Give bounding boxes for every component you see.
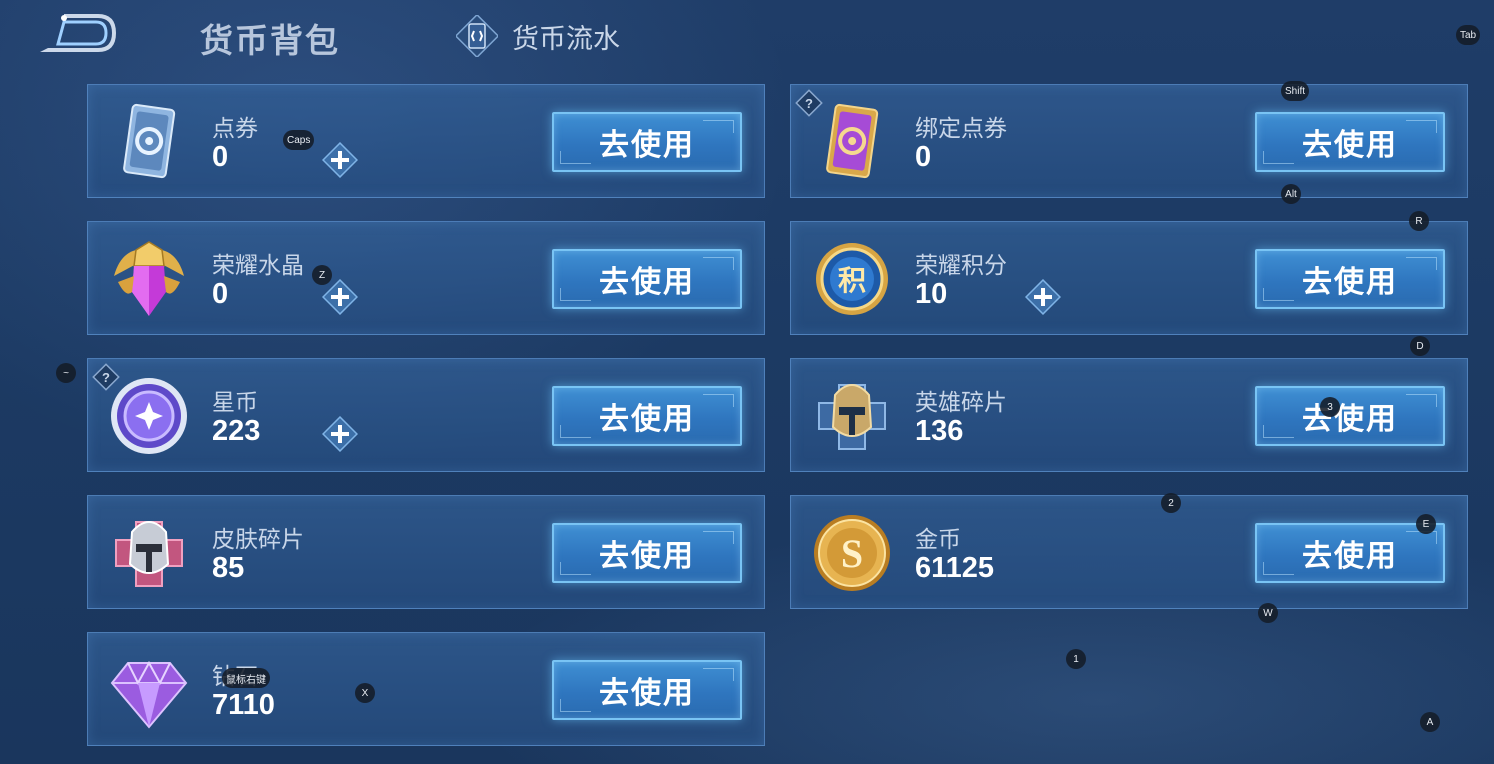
currency-card-honor-crystal: 荣耀水晶 0 去使用 — [87, 221, 765, 335]
use-honor-points-button[interactable]: 去使用 — [1255, 249, 1445, 309]
use-diamond-button[interactable]: 去使用 — [552, 660, 742, 720]
key-hint-tab: Tab — [1456, 25, 1481, 45]
currency-card-star-coin: ? 星币 223 去使用 — [87, 358, 765, 472]
currency-amount: 85 — [212, 552, 245, 584]
key-hint-z: Z — [312, 265, 332, 285]
use-hero-fragment-button[interactable]: 去使用 — [1255, 386, 1445, 446]
tab-currency-flow[interactable]: 货币流水 — [454, 12, 620, 60]
add-honor-points-button[interactable] — [1024, 278, 1062, 316]
currency-amount: 0 — [915, 141, 932, 173]
diamond-icon — [106, 647, 192, 733]
skin-fragment-icon — [106, 510, 192, 596]
plus-icon — [321, 278, 359, 316]
key-hint-alt: Alt — [1281, 184, 1301, 204]
back-arrow-icon — [40, 14, 116, 52]
use-star-coin-button[interactable]: 去使用 — [552, 386, 742, 446]
currency-card-bound-voucher: ? 绑定点券 0 去使用 — [790, 84, 1468, 198]
use-bound-voucher-button[interactable]: 去使用 — [1255, 112, 1445, 172]
currency-card-diamond: 钻石 7110 去使用 — [87, 632, 765, 746]
add-star-coin-button[interactable] — [321, 415, 359, 453]
key-hint-w: W — [1258, 603, 1278, 623]
back-button[interactable] — [34, 14, 116, 56]
tab-currency-flow-label: 货币流水 — [512, 23, 620, 55]
currency-amount: 10 — [915, 278, 948, 310]
currency-card-skin-fragment: 皮肤碎片 85 去使用 — [87, 495, 765, 609]
currency-name: 荣耀水晶 — [212, 253, 304, 279]
add-voucher-button[interactable] — [321, 141, 359, 179]
key-hint-3: 3 — [1320, 397, 1340, 417]
purple-ticket-icon — [809, 99, 895, 185]
page-title: 货币背包 — [200, 21, 340, 60]
currency-name: 金币 — [915, 527, 961, 553]
key-hint-e: E — [1416, 514, 1436, 534]
star-coin-icon — [106, 373, 192, 459]
key-hint-1: 1 — [1066, 649, 1086, 669]
blue-ticket-icon — [106, 99, 192, 185]
plus-icon — [321, 415, 359, 453]
key-hint-d: D — [1410, 336, 1430, 356]
currency-card-voucher: 点券 0 去使用 — [87, 84, 765, 198]
currency-amount: 136 — [915, 415, 964, 447]
currency-amount: 7110 — [212, 689, 275, 721]
add-honor-crystal-button[interactable] — [321, 278, 359, 316]
currency-amount: 223 — [212, 415, 261, 447]
currency-card-hero-fragment: 英雄碎片 136 去使用 — [790, 358, 1468, 472]
currency-name: 英雄碎片 — [915, 390, 1007, 416]
key-hint-caps: Caps — [283, 130, 315, 150]
use-skin-fragment-button[interactable]: 去使用 — [552, 523, 742, 583]
svg-text:积: 积 — [838, 264, 866, 297]
key-hint-tilde: ~ — [56, 363, 76, 383]
currency-amount: 61125 — [915, 552, 995, 584]
currency-name: 星币 — [212, 390, 258, 416]
key-hint-shift: Shift — [1281, 81, 1310, 101]
use-gold-coin-button[interactable]: 去使用 — [1255, 523, 1445, 583]
honor-crystal-icon — [106, 236, 192, 322]
hero-fragment-icon — [809, 373, 895, 459]
currency-amount: 0 — [212, 141, 229, 173]
key-hint-right-mouse: 鼠标右键 — [222, 668, 270, 688]
gold-coin-icon: S — [809, 510, 895, 596]
currency-amount: 0 — [212, 278, 229, 310]
currency-card-honor-points: 积 荣耀积分 10 去使用 — [790, 221, 1468, 335]
key-hint-a: A — [1420, 712, 1440, 732]
use-voucher-button[interactable]: 去使用 — [552, 112, 742, 172]
honor-points-medal-icon: 积 — [809, 236, 895, 322]
key-hint-x: X — [355, 683, 375, 703]
currency-name: 点券 — [212, 116, 258, 142]
flow-ticket-icon — [454, 13, 500, 59]
key-hint-2: 2 — [1161, 493, 1181, 513]
currency-name: 荣耀积分 — [915, 253, 1007, 279]
key-hint-r: R — [1409, 211, 1429, 231]
currency-name: 绑定点券 — [915, 116, 1007, 142]
plus-icon — [1024, 278, 1062, 316]
svg-text:S: S — [841, 531, 863, 576]
use-honor-crystal-button[interactable]: 去使用 — [552, 249, 742, 309]
plus-icon — [321, 141, 359, 179]
currency-name: 皮肤碎片 — [212, 527, 304, 553]
currency-card-gold-coin: S 金币 61125 去使用 — [790, 495, 1468, 609]
